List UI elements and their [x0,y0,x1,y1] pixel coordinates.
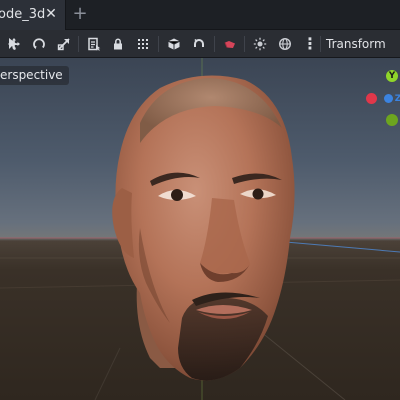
x-axis-icon[interactable] [366,93,377,104]
toolbar-separator [78,36,79,52]
view-mode-label[interactable]: erspective [0,66,69,85]
rotate-icon[interactable] [29,34,49,54]
toolbar-separator [320,36,321,52]
z-axis-icon[interactable] [384,94,393,103]
3d-viewport[interactable]: erspective Y Z [0,58,400,400]
snap-grid-icon[interactable] [133,34,153,54]
neg-y-axis-icon[interactable] [386,114,398,126]
lock-icon[interactable] [108,34,128,54]
scale-icon[interactable] [54,34,74,54]
z-axis-label: Z [394,94,400,104]
orientation-gizmo[interactable]: Y Z [358,64,400,128]
environment-icon[interactable] [275,34,295,54]
more-vertical-icon[interactable]: ⋮ [302,34,318,54]
plus-icon[interactable]: + [72,5,88,23]
list-select-icon[interactable] [84,34,104,54]
editor-toolbar: ⋮ Transform [0,30,400,58]
toolbar-separator [214,36,215,52]
scene-tab-label: ode_3d [0,7,46,22]
snap-icon[interactable] [189,34,209,54]
close-icon[interactable]: ✕ [44,7,58,21]
toolbar-separator [158,36,159,52]
scene-tab-bar: ode_3d ✕ + [0,0,400,30]
sun-icon[interactable] [250,34,270,54]
3d-head-scan[interactable] [100,68,310,400]
scene-tab[interactable]: ode_3d ✕ [0,0,66,30]
toolbar-separator [244,36,245,52]
move-icon[interactable] [4,34,24,54]
local-space-icon[interactable] [164,34,184,54]
camera-icon[interactable] [220,34,240,54]
y-axis-label: Y [388,71,396,81]
transform-menu[interactable]: Transform [326,34,386,54]
